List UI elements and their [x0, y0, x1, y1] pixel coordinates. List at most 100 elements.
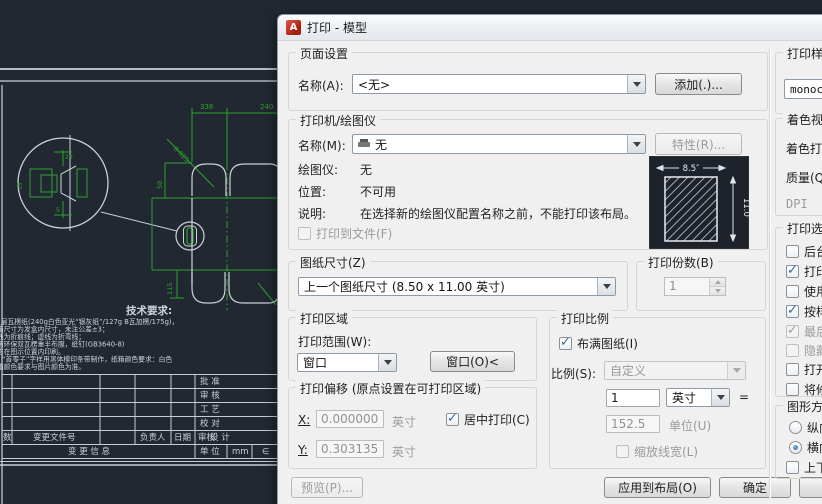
svg-text:校 对: 校 对	[200, 418, 220, 429]
tech-requirements: 技术要求: 三层瓦楞纸(240g白色亚光“银灰纸”/127g B瓦加楞/175g…	[0, 304, 178, 371]
dim-label: 5	[56, 207, 60, 214]
chevron-down-icon[interactable]	[597, 278, 615, 295]
dim-label: 240	[260, 103, 273, 111]
chevron-down-icon	[727, 362, 745, 379]
svg-text:纸箱颜色要求与图片颜色为准。: 纸箱颜色要求与图片颜色为准。	[0, 362, 85, 371]
scale-unit-combo[interactable]: 英寸	[666, 388, 730, 407]
plot-style-combo[interactable]: monoch	[784, 79, 822, 99]
svg-text:日期: 日期	[174, 433, 191, 443]
portrait-row[interactable]: 纵向	[789, 419, 822, 436]
group-copies-label: 打印份数(B)	[644, 254, 718, 271]
plot-range-combo[interactable]: 窗口	[297, 353, 397, 372]
svg-text:工 艺: 工 艺	[200, 405, 220, 415]
offset-y-field[interactable]: 0.303135	[316, 440, 384, 458]
ok-button[interactable]: 确定	[719, 477, 791, 498]
scale-lineweight-checkbox[interactable]	[616, 445, 629, 458]
dim-label: 338	[200, 103, 213, 111]
group-page-setup-label: 页面设置	[296, 45, 352, 62]
group-plot-style-label: 打印样式	[783, 45, 822, 62]
dim-label: 20	[65, 154, 73, 161]
chevron-down-icon[interactable]	[627, 135, 645, 153]
paperspace-last-checkbox[interactable]	[786, 325, 799, 338]
offset-x-field[interactable]: 0.000000	[316, 410, 384, 428]
preview-height-label: 11.0″	[741, 198, 749, 220]
center-plot-row[interactable]: 居中打印(C)	[446, 411, 530, 428]
carton-drawing: 338 240 8-R25 50 115	[152, 103, 282, 310]
scale-equals: =	[739, 390, 749, 404]
spinner-buttons[interactable]	[709, 278, 725, 295]
printer-name-combo[interactable]: 无	[352, 134, 646, 154]
paper-size-combo[interactable]: 上一个图纸尺寸 (8.50 x 11.00 英寸)	[298, 277, 616, 296]
svg-text:负责人: 负责人	[140, 432, 166, 443]
properties-button[interactable]: 特性(R)...	[655, 133, 742, 155]
preview-width-label: 8.5″	[683, 164, 700, 174]
option-plot-stamp[interactable]: 打开	[786, 361, 822, 378]
group-paper-size-label: 图纸尺寸(Z)	[296, 254, 370, 271]
option-plot-lineweights[interactable]: 打印	[786, 263, 822, 280]
description-label: 说明:	[298, 205, 326, 222]
page-setup-name-combo[interactable]: <无>	[352, 74, 646, 94]
detail-circle: 20 5 35	[17, 135, 177, 231]
plot-to-file-checkbox[interactable]	[298, 227, 311, 240]
window-button[interactable]: 窗口(O)<	[430, 351, 515, 372]
chevron-down-icon[interactable]	[711, 389, 729, 406]
landscape-row[interactable]: 横向	[789, 439, 822, 456]
apply-to-layout-button[interactable]: 应用到布局(O)	[604, 477, 711, 498]
save-changes-checkbox[interactable]	[786, 383, 799, 396]
svg-text:变更文件号: 变更文件号	[33, 432, 76, 443]
option-save-changes[interactable]: 将修	[786, 381, 822, 398]
landscape-radio[interactable]	[789, 441, 802, 454]
page-setup-name-value: <无>	[358, 76, 390, 93]
add-page-setup-button[interactable]: 添加(.)...	[655, 73, 742, 95]
fit-paper-checkbox[interactable]	[559, 337, 572, 350]
scale-combo[interactable]: 自定义	[604, 361, 746, 380]
plot-transparency-checkbox[interactable]	[786, 285, 799, 298]
offset-y-label: Y:	[298, 443, 308, 457]
svg-text:批 准: 批 准	[200, 376, 220, 387]
fit-paper-row[interactable]: 布满图纸(I)	[559, 335, 638, 352]
spinner-up-icon[interactable]	[710, 278, 725, 286]
dim-label: 35	[17, 182, 24, 190]
option-plot-with-styles[interactable]: 按样	[786, 303, 822, 320]
quality-label: 质量(Q	[786, 169, 822, 186]
plot-to-file-row[interactable]: 打印到文件(F)	[298, 225, 392, 242]
option-paperspace-last[interactable]: 最后	[786, 323, 822, 340]
option-background-plot[interactable]: 后台	[786, 243, 822, 260]
page-setup-name-label: 名称(A):	[298, 77, 344, 94]
chevron-down-icon[interactable]	[627, 75, 645, 93]
svg-text:变 更 信 息: 变 更 信 息	[68, 446, 111, 457]
option-hide-paperspace[interactable]: 隐藏	[786, 342, 822, 359]
plot-with-styles-checkbox[interactable]	[786, 305, 799, 318]
printer-name-value: 无	[375, 136, 387, 153]
scale-lineweight-row[interactable]: 缩放线宽(L)	[616, 443, 698, 460]
plot-lineweights-checkbox[interactable]	[786, 265, 799, 278]
printer-name-label: 名称(M):	[298, 137, 346, 154]
background-plot-checkbox[interactable]	[786, 245, 799, 258]
group-shaded-viewport-label: 着色视口	[783, 111, 822, 128]
dim-label: 50	[156, 181, 164, 189]
where-label: 位置:	[298, 183, 326, 200]
upside-down-checkbox[interactable]	[786, 461, 799, 474]
dialog-titlebar[interactable]: 打印 - 模型	[278, 15, 822, 41]
center-plot-checkbox[interactable]	[446, 413, 459, 426]
dim-label: 115	[166, 283, 174, 295]
plot-range-value: 窗口	[303, 354, 327, 371]
svg-text:mm: mm	[232, 447, 249, 457]
preview-button[interactable]: 预览(P)...	[291, 477, 363, 498]
option-plot-transparency[interactable]: 使用	[786, 283, 822, 300]
chevron-down-icon[interactable]	[378, 354, 396, 371]
plot-stamp-checkbox[interactable]	[786, 363, 799, 376]
plot-style-value: monoch	[790, 83, 822, 96]
hide-paperspace-checkbox[interactable]	[786, 344, 799, 357]
upside-down-row[interactable]: 上下	[786, 459, 822, 476]
cancel-button[interactable]: 取消	[799, 477, 822, 498]
cad-canvas: 20 5 35	[0, 0, 290, 504]
portrait-radio[interactable]	[789, 421, 802, 434]
copies-spinner[interactable]: 1	[664, 277, 726, 296]
dialog-title: 打印 - 模型	[307, 19, 367, 36]
scale-denominator-field[interactable]: 152.5	[606, 415, 660, 433]
spinner-down-icon[interactable]	[710, 286, 725, 295]
group-orientation-label: 图形方向	[783, 398, 822, 415]
scale-numerator-field[interactable]: 1	[606, 389, 660, 407]
svg-text:审 核: 审 核	[200, 390, 220, 401]
